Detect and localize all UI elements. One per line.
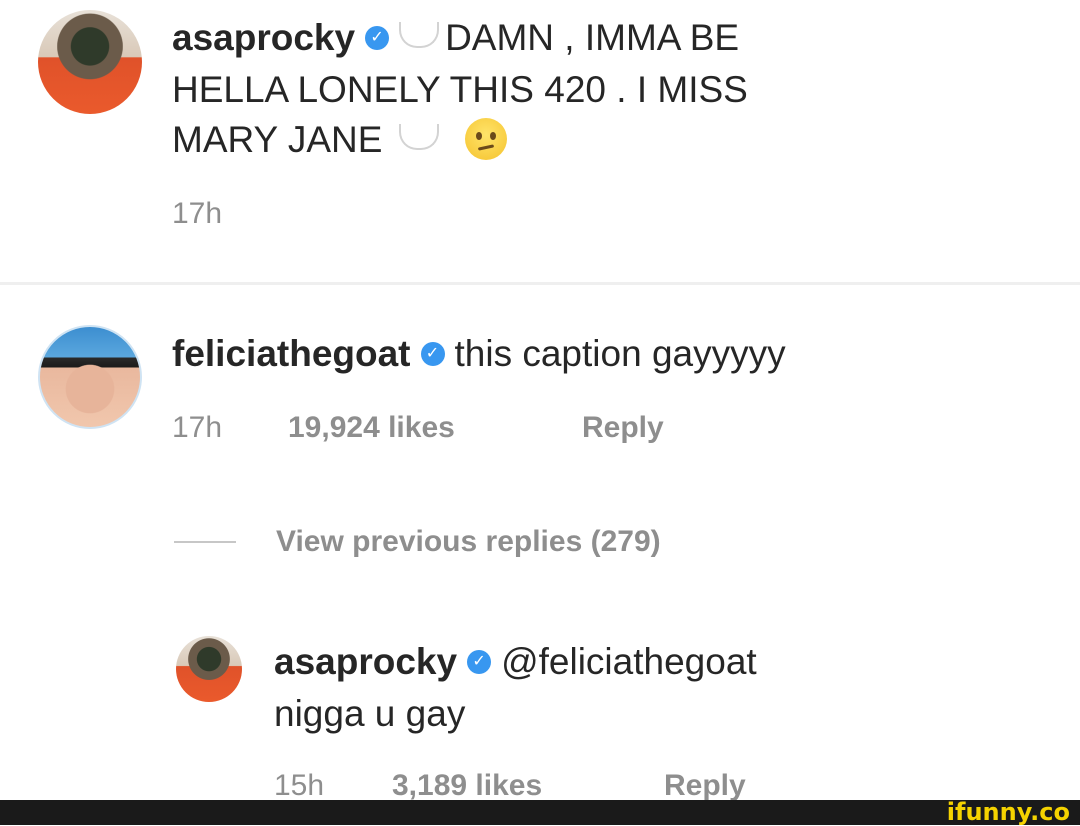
comment-line: feliciathegoat ✓ this caption gayyyyy	[172, 330, 786, 378]
caption-username[interactable]: asaprocky	[172, 17, 355, 58]
comment-username[interactable]: feliciathegoat	[172, 333, 411, 374]
comment-likes[interactable]: 19,924 likes	[288, 410, 455, 446]
ifunny-watermark: ifunny.co	[946, 798, 1070, 826]
feliciathegoat-avatar[interactable]	[38, 325, 142, 429]
reply-reply-button[interactable]: Reply	[664, 768, 746, 804]
verified-badge-icon: ✓	[467, 650, 492, 675]
speech-cloud-icon	[399, 22, 440, 49]
reply-line-1: asaprocky ✓ @feliciathegoat	[274, 638, 757, 686]
watermark-bar	[0, 800, 1080, 825]
caption-text-line-1: DAMN , IMMA BE	[445, 17, 740, 58]
asaprocky-avatar[interactable]	[38, 10, 142, 114]
comment-text: this caption gayyyyy	[454, 333, 786, 374]
reply-likes[interactable]: 3,189 likes	[392, 768, 542, 804]
reply-time: 15h	[274, 769, 325, 802]
reply-username[interactable]: asaprocky	[274, 641, 457, 682]
caption-line-2: HELLA LONELY THIS 420 . I MISS	[172, 69, 748, 110]
comment-reply-button[interactable]: Reply	[582, 410, 664, 446]
reply-mention[interactable]: @feliciathegoat	[501, 641, 757, 682]
divider	[0, 282, 1080, 285]
view-previous-replies-button[interactable]: View previous replies (279)	[276, 524, 661, 560]
caption-text-line-3: MARY JANE	[172, 119, 383, 160]
verified-badge-icon: ✓	[365, 26, 390, 51]
asaprocky-reply-avatar[interactable]	[176, 636, 242, 702]
view-replies-line	[174, 541, 236, 543]
reply-text: nigga u gay	[274, 693, 466, 734]
speech-cloud-icon	[398, 124, 439, 151]
caption-time: 17h	[172, 197, 223, 230]
caption-line-1: asaprocky ✓ DAMN , IMMA BE	[172, 14, 739, 62]
comment-time: 17h	[172, 411, 223, 444]
caption-line-3: MARY JANE	[172, 116, 507, 166]
verified-badge-icon: ✓	[420, 342, 445, 367]
confused-face-icon	[464, 118, 507, 161]
